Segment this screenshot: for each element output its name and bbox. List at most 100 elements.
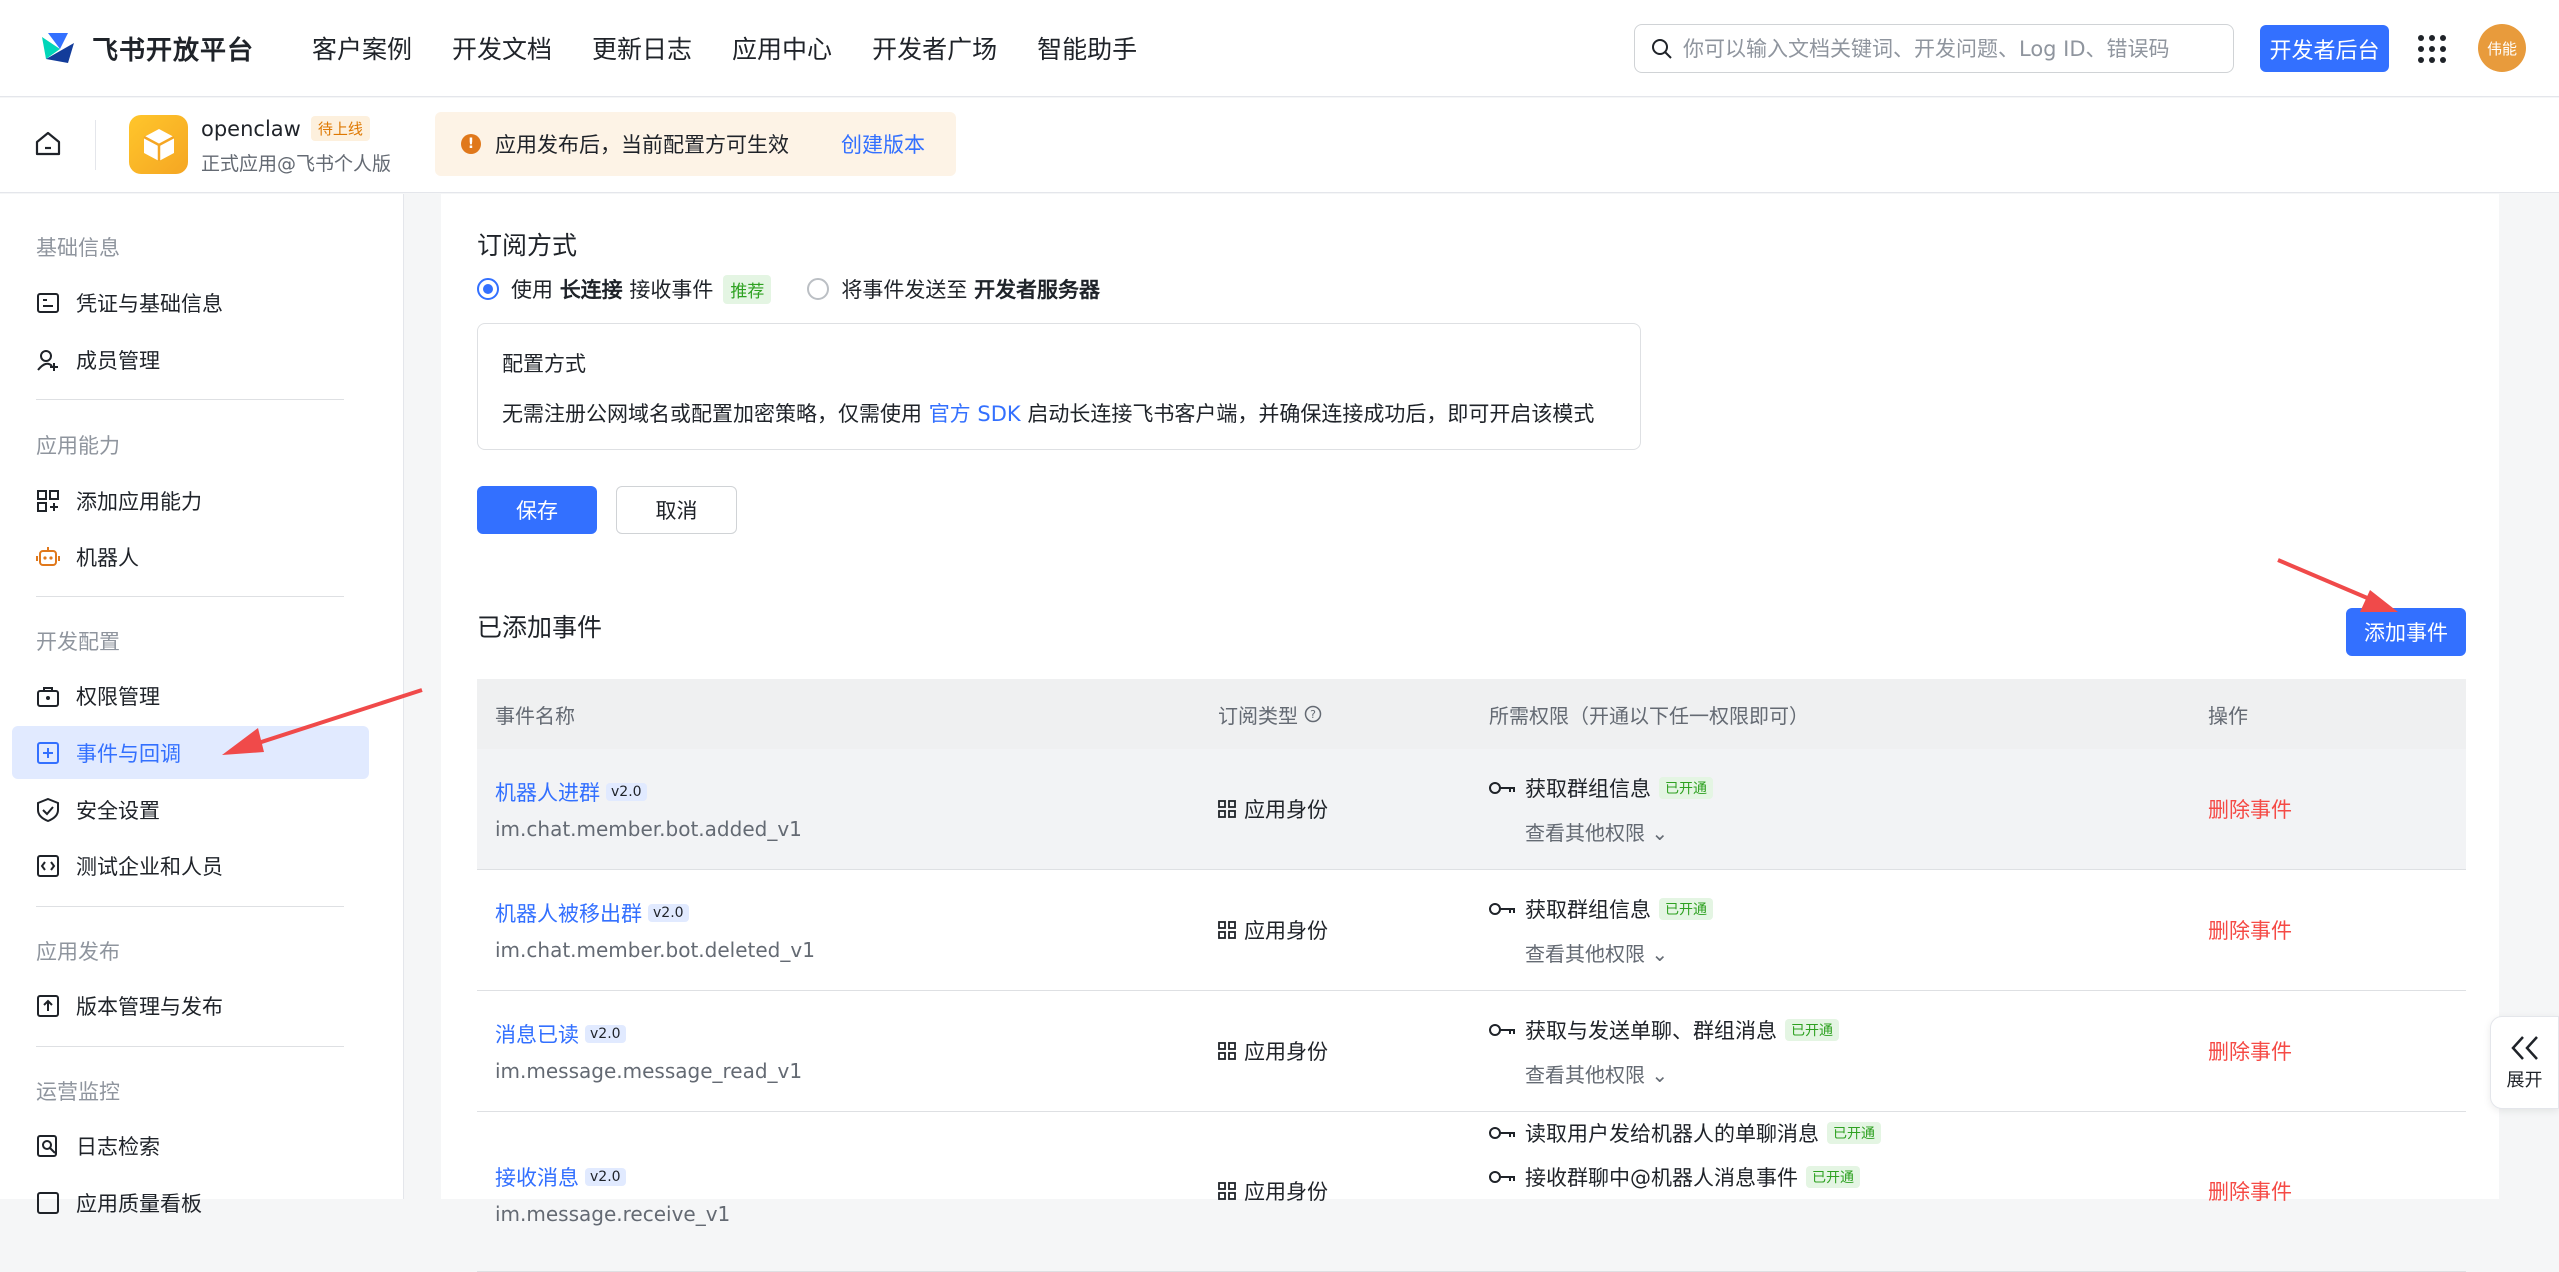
nav-dev-square[interactable]: 开发者广场 <box>872 30 997 66</box>
expand-label: 展开 <box>2506 1069 2543 1091</box>
sidebar-item-label: 测试企业和人员 <box>76 854 223 879</box>
event-cell: 消息已读 v2.0 im.message.message_read_v1 <box>495 1019 802 1083</box>
permission-item: 获取群组信息 已开通 <box>1489 773 1713 803</box>
sidebar-item-quality-dashboard[interactable]: 应用质量看板 <box>12 1176 369 1229</box>
shield-icon <box>36 797 60 822</box>
option1-prefix: 使用 <box>511 278 553 302</box>
event-name-text: 接收消息 <box>495 1166 579 1190</box>
delete-event-button[interactable]: 删除事件 <box>2208 794 2292 824</box>
sidebar-item-add-capability[interactable]: 添加应用能力 <box>12 474 369 527</box>
event-code: im.chat.member.bot.deleted_v1 <box>495 938 815 962</box>
search-icon <box>1652 38 1672 59</box>
permission-name: 接收群聊中@机器人消息事件 <box>1525 1166 1798 1190</box>
sidebar-item-label: 成员管理 <box>76 348 160 373</box>
status-badge: 待上线 <box>310 116 370 141</box>
divider <box>36 906 344 907</box>
col-subscription-type: 订阅类型? <box>1218 700 1322 729</box>
cancel-button[interactable]: 取消 <box>616 486 737 534</box>
permission-item: 接收群聊中@机器人消息事件 已开通 <box>1489 1162 1881 1192</box>
opened-badge: 已开通 <box>1827 1122 1881 1144</box>
event-code: im.chat.member.bot.added_v1 <box>495 817 802 841</box>
key-icon <box>1489 1023 1515 1036</box>
sidebar-item-security[interactable]: 安全设置 <box>12 783 369 836</box>
event-name-text: 机器人被移出群 <box>495 902 642 926</box>
apps-grid-icon[interactable] <box>2418 35 2446 63</box>
search-input[interactable] <box>1683 36 2223 61</box>
chevron-down-icon: ⌄ <box>1651 1062 1669 1087</box>
help-icon[interactable]: ? <box>1304 705 1322 723</box>
create-version-link[interactable]: 创建版本 <box>841 129 925 159</box>
event-name[interactable]: 机器人进群 v2.0 <box>495 777 802 807</box>
subscription-type: 应用身份 <box>1218 794 1328 824</box>
save-button[interactable]: 保存 <box>477 486 597 534</box>
developer-server-radio[interactable] <box>807 278 830 300</box>
code-icon <box>36 854 60 878</box>
permission-name: 读取用户发给机器人的单聊消息 <box>1525 1122 1819 1146</box>
sidebar-item-version-release[interactable]: 版本管理与发布 <box>12 979 369 1032</box>
main-content: 订阅方式 使用 长连接 接收事件 推荐 将事件发送至 开发者服务器 配置方式 无… <box>441 194 2499 1272</box>
event-name[interactable]: 接收消息 v2.0 <box>495 1162 730 1192</box>
event-name[interactable]: 机器人被移出群 v2.0 <box>495 898 815 928</box>
sidebar-item-test-enterprise[interactable]: 测试企业和人员 <box>12 839 369 892</box>
permission-item: 获取与发送单聊、群组消息 已开通 <box>1489 1015 1839 1045</box>
sidebar-item-permissions[interactable]: 权限管理 <box>12 669 369 722</box>
permission-name: 获取群组信息 <box>1525 897 1651 922</box>
member-icon <box>36 348 60 372</box>
home-icon[interactable] <box>33 128 63 158</box>
subscription-type-text: 应用身份 <box>1244 919 1328 943</box>
view-more-permissions[interactable]: 查看其他权限 ⌄ <box>1525 1059 1839 1088</box>
delete-event-button[interactable]: 删除事件 <box>2208 1036 2292 1066</box>
long-connection-radio[interactable] <box>477 278 499 300</box>
opened-badge: 已开通 <box>1659 897 1713 920</box>
config-desc-prefix: 无需注册公网域名或配置加密策略，仅需使用 <box>502 402 922 426</box>
subscription-type: 应用身份 <box>1218 1176 1328 1206</box>
nav-ai-assistant[interactable]: 智能助手 <box>1037 30 1137 66</box>
event-name[interactable]: 消息已读 v2.0 <box>495 1019 802 1049</box>
sidebar-item-members[interactable]: 成员管理 <box>12 333 369 386</box>
sidebar-item-events-callbacks[interactable]: 事件与回调 <box>12 726 369 779</box>
table-row: 机器人被移出群 v2.0 im.chat.member.bot.deleted_v… <box>477 870 2466 991</box>
sidebar-item-label: 凭证与基础信息 <box>76 291 223 316</box>
nav-customer-cases[interactable]: 客户案例 <box>312 30 412 66</box>
table-header: 事件名称 订阅类型? 所需权限（开通以下任一权限即可） 操作 <box>477 679 2466 749</box>
nav-app-center[interactable]: 应用中心 <box>732 30 832 66</box>
double-chevron-left-icon <box>2510 1035 2538 1060</box>
sidebar-section-title: 应用发布 <box>36 940 120 964</box>
chevron-down-icon: ⌄ <box>1651 820 1669 845</box>
expand-panel-button[interactable]: 展开 <box>2490 1016 2559 1109</box>
event-name-text: 机器人进群 <box>495 781 600 805</box>
delete-event-button[interactable]: 删除事件 <box>2208 915 2292 945</box>
sidebar-item-credentials[interactable]: 凭证与基础信息 <box>12 276 369 329</box>
sidebar-section-title: 应用能力 <box>36 434 120 458</box>
divider <box>36 1046 344 1047</box>
sidebar-item-robot[interactable]: 机器人 <box>12 530 369 583</box>
sidebar-item-label: 添加应用能力 <box>76 489 202 514</box>
event-name-text: 消息已读 <box>495 1023 579 1047</box>
view-more-permissions[interactable]: 查看其他权限 ⌄ <box>1525 817 1713 846</box>
event-icon <box>36 741 60 765</box>
add-event-button[interactable]: 添加事件 <box>2346 608 2466 656</box>
sidebar-section-title: 开发配置 <box>36 630 120 654</box>
app-icon <box>129 115 188 174</box>
nav-changelog[interactable]: 更新日志 <box>592 30 692 66</box>
permission-icon <box>36 684 60 708</box>
view-more-text: 查看其他权限 <box>1525 820 1645 845</box>
version-badge: v2.0 <box>648 904 689 922</box>
nav-dev-docs[interactable]: 开发文档 <box>452 30 552 66</box>
divider <box>36 596 344 597</box>
official-sdk-link[interactable]: 官方 SDK <box>929 402 1021 426</box>
subscription-title: 订阅方式 <box>477 231 578 260</box>
permission-cell: 读取用户发给机器人的单聊消息 已开通 接收群聊中@机器人消息事件 已开通 <box>1489 1118 1881 1192</box>
feishu-logo[interactable]: 飞书开放平台 <box>38 29 254 67</box>
publish-notice: ! 应用发布后，当前配置方可生效 创建版本 <box>435 112 956 176</box>
app-grid-icon <box>1218 1182 1236 1200</box>
permission-name: 获取与发送单聊、群组消息 <box>1525 1018 1777 1043</box>
event-cell: 机器人进群 v2.0 im.chat.member.bot.added_v1 <box>495 777 802 841</box>
sidebar-item-log-search[interactable]: 日志检索 <box>12 1119 369 1172</box>
sidebar-item-label: 安全设置 <box>76 798 160 823</box>
developer-console-button[interactable]: 开发者后台 <box>2260 25 2389 72</box>
delete-event-button[interactable]: 删除事件 <box>2208 1176 2292 1206</box>
col-actions: 操作 <box>2208 703 2248 728</box>
view-more-permissions[interactable]: 查看其他权限 ⌄ <box>1525 938 1713 967</box>
avatar[interactable]: 伟能 <box>2478 24 2526 72</box>
